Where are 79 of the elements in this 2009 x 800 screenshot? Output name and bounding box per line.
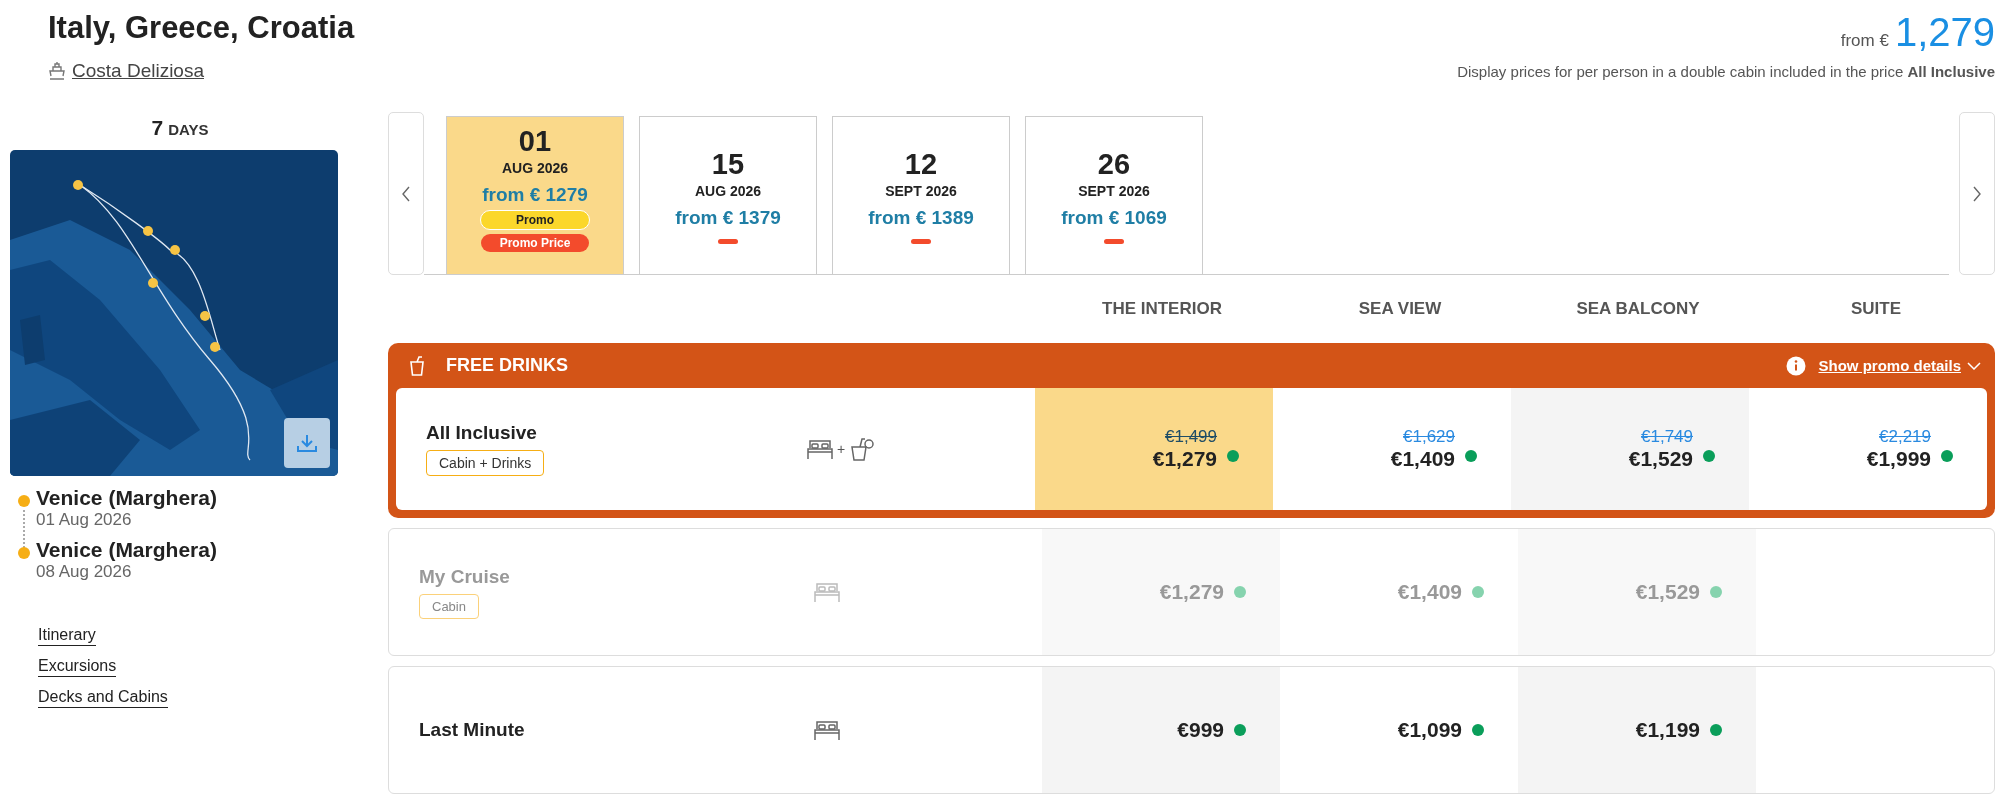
promo-title: FREE DRINKS: [446, 355, 568, 376]
promo-details-link[interactable]: Show promo details: [1818, 357, 1961, 374]
section-link[interactable]: Decks and Cabins: [38, 688, 168, 708]
price-cell[interactable]: €1,199: [1518, 667, 1756, 793]
route-dot: [18, 547, 30, 559]
date-card[interactable]: 26 SEPT 2026 from € 1069: [1025, 116, 1203, 274]
fare-price: €1,099: [1397, 718, 1462, 742]
old-price: €1,749: [1640, 427, 1693, 447]
ship-icon: [48, 61, 66, 81]
availability-dot: [1703, 450, 1715, 462]
bed-icon: [807, 438, 833, 460]
column-header: SEA VIEW: [1357, 299, 1443, 319]
price-cell[interactable]: €1,099: [1280, 667, 1518, 793]
old-price: €2,219: [1878, 427, 1931, 447]
price-cell[interactable]: €999: [1042, 667, 1280, 793]
port-name: Venice (Marghera): [36, 486, 218, 510]
days-label: DAYS: [168, 121, 209, 138]
bed-icon: [814, 581, 840, 603]
route-dot: [18, 495, 30, 507]
bed-icon: [814, 719, 840, 741]
old-price: €1,629: [1402, 427, 1455, 447]
availability-dot: [1472, 724, 1484, 736]
fare-tag: Cabin: [419, 593, 479, 619]
plus-sign: +: [837, 441, 846, 457]
column-header: SUITE: [1849, 299, 1903, 319]
availability-dot: [1465, 450, 1477, 462]
fare-name: Last Minute: [419, 719, 525, 741]
availability-dot: [1941, 450, 1953, 462]
price-note: Display prices for per person in a double cabin included in the price All Inclusive: [1457, 63, 1995, 80]
availability-dot: [1710, 724, 1722, 736]
date-card[interactable]: 01 AUG 2026 from € 1279 Promo Promo Price: [446, 116, 624, 274]
port-name: Venice (Marghera): [36, 538, 218, 562]
date-card[interactable]: 12 SEPT 2026 from € 1389: [832, 116, 1010, 274]
price-cell[interactable]: €1,499 €1,279: [1035, 388, 1273, 510]
promo-badge: Promo Price: [481, 234, 589, 252]
column-header: SEA BALCONY: [1575, 299, 1701, 319]
section-link[interactable]: Excursions: [38, 657, 117, 677]
chevron-down-icon: [1967, 361, 1981, 370]
fare-price: €999: [1177, 718, 1224, 742]
fare-price: €1,529: [1635, 580, 1700, 604]
drink-icon: [849, 436, 876, 462]
next-button[interactable]: [1959, 112, 1995, 275]
promo-badge: Promo: [480, 210, 590, 230]
port-date: 08 Aug 2026: [36, 562, 133, 582]
fare-tag: Cabin + Drinks: [426, 450, 545, 476]
fare-price: €1,409: [1390, 447, 1455, 471]
section-link[interactable]: Itinerary: [38, 626, 96, 646]
availability-dot: [1234, 724, 1246, 736]
lowest-price: 1,279: [1894, 10, 1995, 55]
column-header: THE INTERIOR: [1101, 299, 1223, 319]
fare-price: €1,529: [1628, 447, 1693, 471]
ship-link[interactable]: Costa Deliziosa: [72, 60, 204, 82]
chevron-left-icon: [401, 185, 411, 202]
fare-price: €1,199: [1635, 718, 1700, 742]
old-price: €1,499: [1164, 427, 1217, 447]
previous-button[interactable]: [388, 112, 424, 275]
download-button[interactable]: [284, 418, 330, 468]
port-date: 01 Aug 2026: [36, 510, 133, 530]
price-cell[interactable]: €2,219 €1,999: [1749, 388, 1987, 510]
availability-dot: [1472, 586, 1484, 598]
fare-price: €1,409: [1397, 580, 1462, 604]
download-icon: [296, 433, 318, 453]
price-cell[interactable]: €1,629 €1,409: [1273, 388, 1511, 510]
cruise-title: Italy, Greece, Croatia: [48, 10, 355, 46]
chevron-right-icon: [1972, 185, 1982, 202]
availability-dot: [1227, 450, 1239, 462]
cup-icon: [410, 355, 424, 376]
fare-price: €1,279: [1159, 580, 1224, 604]
fare-name: My Cruise: [419, 565, 510, 588]
availability-dot: [1234, 586, 1246, 598]
availability-dot: [1710, 586, 1722, 598]
days-number: 7: [151, 116, 164, 139]
fare-price: €1,999: [1866, 447, 1931, 471]
fare-name: All Inclusive: [426, 422, 537, 444]
price-cell[interactable]: €1,749 €1,529: [1511, 388, 1749, 510]
price-prefix: from €: [1840, 31, 1889, 51]
info-icon: [1786, 355, 1807, 376]
fare-price: €1,279: [1152, 447, 1217, 471]
date-card[interactable]: 15 AUG 2026 from € 1379: [639, 116, 817, 274]
